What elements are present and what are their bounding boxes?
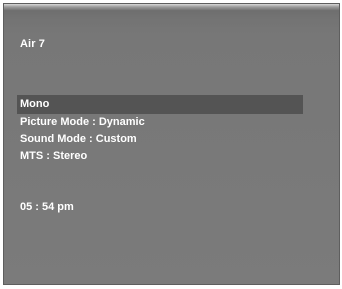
menu-item-picture-mode[interactable]: Picture Mode : Dynamic	[17, 114, 303, 131]
tv-info-screen: Air 7 Mono Picture Mode : Dynamic Sound …	[3, 3, 340, 285]
menu-item-sound-mode[interactable]: Sound Mode : Custom	[17, 131, 303, 148]
menu-item-audio-mono[interactable]: Mono	[17, 95, 303, 114]
menu-item-mts[interactable]: MTS : Stereo	[17, 148, 303, 165]
channel-label: Air 7	[20, 38, 45, 50]
top-bezel-strip	[4, 4, 339, 11]
clock-display: 05 : 54 pm	[20, 201, 74, 213]
info-menu: Mono Picture Mode : Dynamic Sound Mode :…	[17, 95, 303, 165]
